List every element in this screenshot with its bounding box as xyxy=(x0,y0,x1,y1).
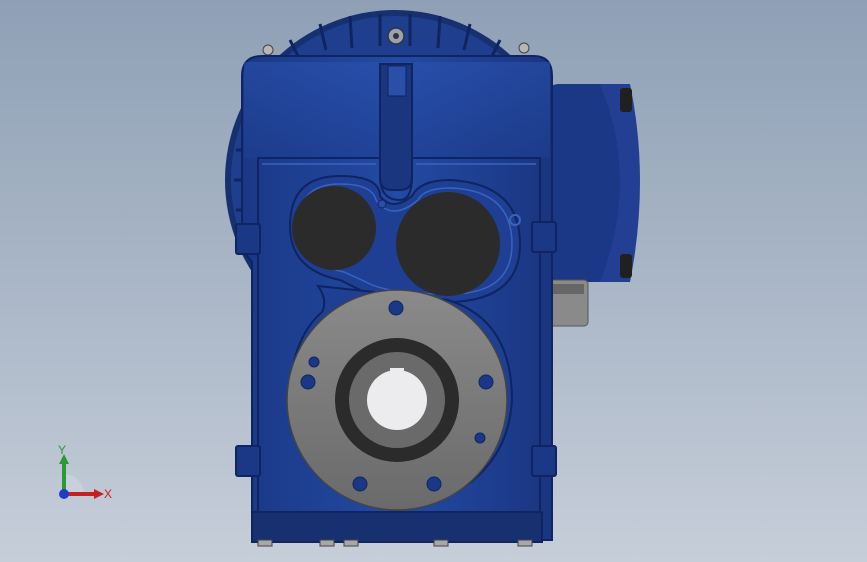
output-flange xyxy=(286,284,514,511)
cad-viewport[interactable]: Y X xyxy=(0,0,867,562)
y-axis-label: Y xyxy=(58,443,66,457)
output-shaft-hole xyxy=(396,192,500,296)
coordinate-triad: Y X xyxy=(58,443,112,501)
input-shaft-hole xyxy=(292,186,376,270)
gearbox-model[interactable] xyxy=(0,0,867,562)
z-axis-icon xyxy=(59,489,69,499)
x-axis-label: X xyxy=(104,487,112,501)
terminal-box xyxy=(547,84,640,327)
